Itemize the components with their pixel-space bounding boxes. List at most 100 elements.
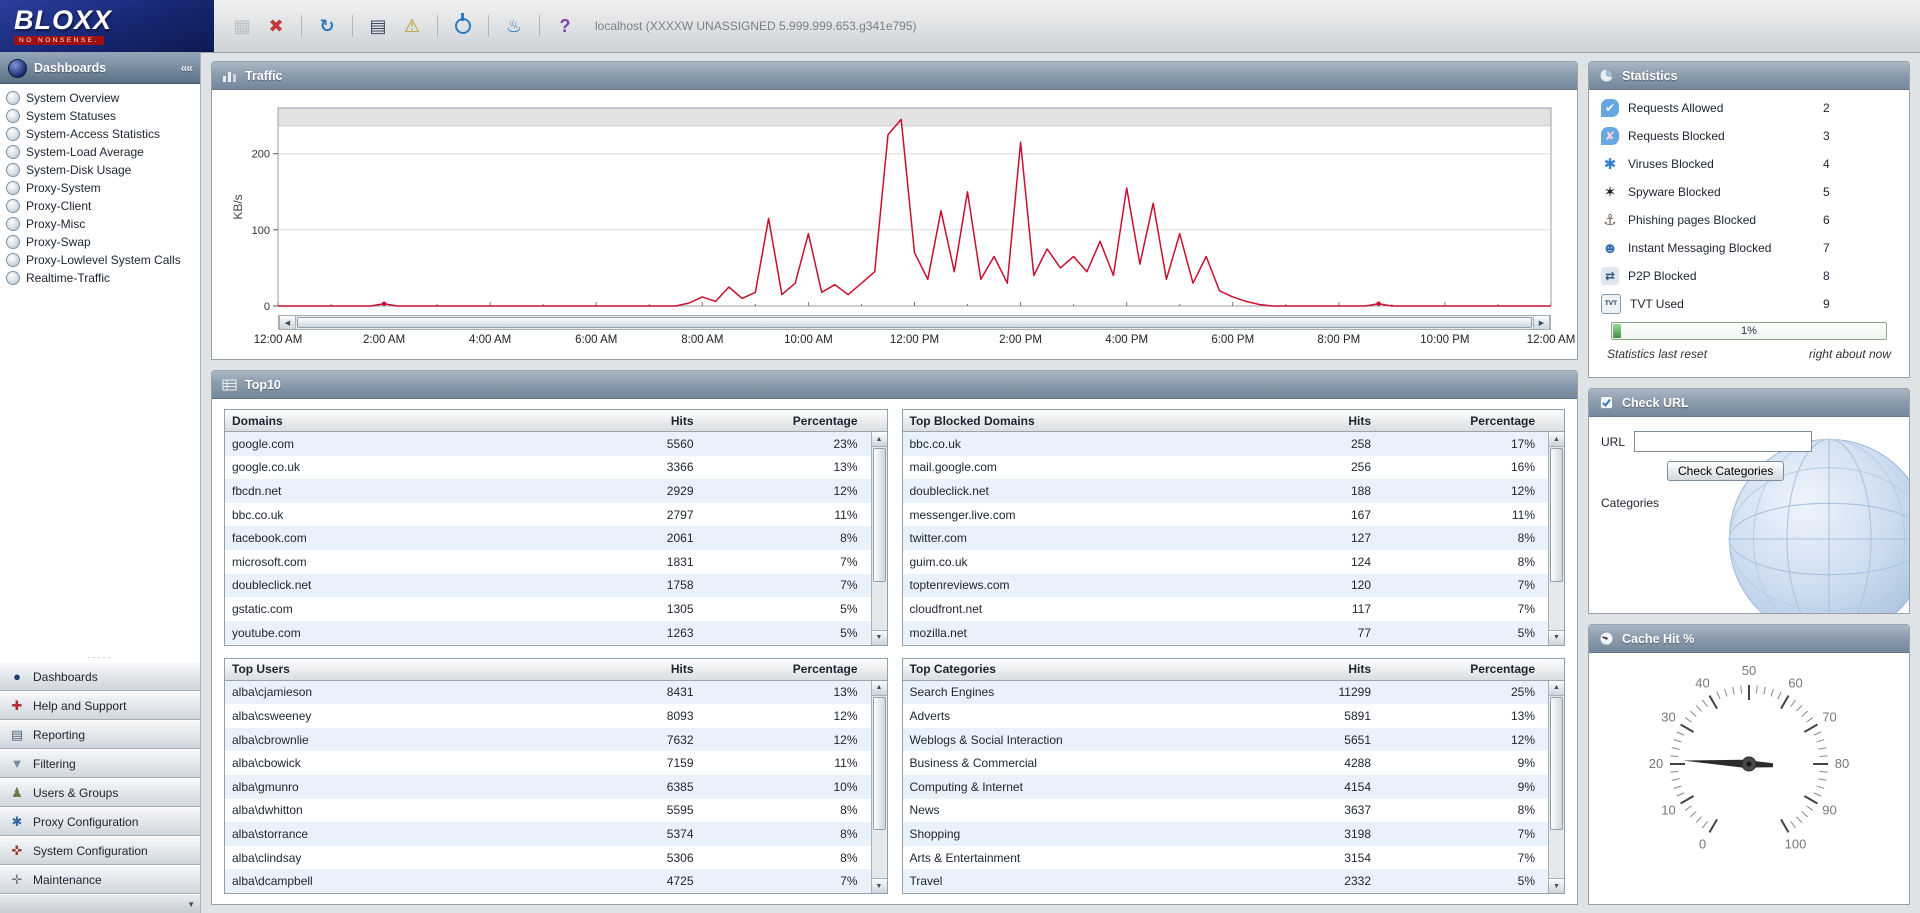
table-vertical-scrollbar[interactable]: ▲ ▼ [870, 432, 887, 645]
chart-horizontal-scrollbar[interactable]: ◀ ▶ [278, 315, 1551, 330]
scroll-down-icon[interactable]: ▼ [871, 629, 887, 645]
percentage-cell: 13% [833, 460, 858, 475]
column-header-name: Top Categories [909, 662, 996, 676]
percentage-cell: 8% [840, 850, 858, 865]
collapse-sidebar-icon[interactable]: «« [181, 61, 193, 75]
refresh-icon[interactable]: ↻ [313, 12, 341, 40]
table-row: microsoft.com 1831 7% [225, 550, 872, 574]
delete-icon[interactable]: ✖ [262, 12, 290, 40]
percentage-cell: 7% [840, 554, 858, 569]
dashboard-dial-icon [6, 109, 20, 123]
percentage-cell: 12% [1510, 732, 1535, 747]
p2p-blocked-icon: ⇄ [1601, 267, 1619, 285]
statistics-row-phishing-pages-blocked: ⚓ Phishing pages Blocked 6 [1597, 206, 1901, 234]
scrollbar-thumb[interactable] [297, 317, 1532, 328]
sidebar-item-label: Proxy-System [26, 181, 101, 195]
scroll-up-icon[interactable]: ▲ [1549, 432, 1564, 447]
x-axis-label: 2:00 PM [999, 334, 1042, 346]
filtering-icon: ▼ [10, 756, 24, 771]
accordion-item-maintenance[interactable]: ✛ Maintenance [0, 865, 200, 894]
statistics-row-requests-blocked: ✘ Requests Blocked 3 [1597, 122, 1901, 150]
accordion-item-proxy-configuration[interactable]: ✱ Proxy Configuration [0, 807, 200, 836]
table-row: doubleclick.net 1758 7% [225, 573, 872, 598]
scrollbar-thumb[interactable] [872, 696, 886, 831]
scroll-down-icon[interactable]: ▼ [1549, 629, 1564, 645]
accordion-item-users-groups[interactable]: ♟ Users & Groups [0, 778, 200, 807]
svg-text:50: 50 [1742, 663, 1756, 678]
scrollbar-thumb[interactable] [872, 448, 886, 582]
accordion-item-filtering[interactable]: ▼ Filtering [0, 749, 200, 778]
accordion-item-system-configuration[interactable]: ✜ System Configuration [0, 836, 200, 865]
percentage-cell: 8% [840, 826, 858, 841]
hits-cell: 4288 [1344, 756, 1371, 771]
sidebar-item-proxy-lowlevel-system-calls[interactable]: Proxy-Lowlevel System Calls [0, 251, 200, 269]
alert-icon[interactable]: ⚠ [398, 12, 426, 40]
scroll-up-icon[interactable]: ▲ [871, 680, 887, 696]
table-row: toptenreviews.com 120 7% [902, 573, 1549, 598]
sidebar-item-proxy-swap[interactable]: Proxy-Swap [0, 233, 200, 251]
statistic-value: 6 [1823, 213, 1830, 227]
table-row: Shopping 3198 7% [902, 822, 1549, 846]
accordion-item-label: Help and Support [33, 698, 127, 713]
row-label-cell: twitter.com [909, 531, 967, 546]
accordion-item-label: Proxy Configuration [33, 814, 139, 829]
report-icon[interactable]: ▤ [364, 12, 392, 40]
percentage-cell: 17% [1510, 436, 1535, 451]
row-label-cell: alba\cbowick [232, 756, 301, 771]
scroll-down-icon[interactable]: ▼ [1549, 878, 1564, 893]
sidebar-bottom-strip: ▼ [0, 894, 200, 913]
sidebar-item-system-statuses[interactable]: System Statuses [0, 107, 200, 125]
sidebar-item-system-disk-usage[interactable]: System-Disk Usage [0, 161, 200, 179]
accordion-item-reporting[interactable]: ▤ Reporting [0, 720, 200, 749]
row-label-cell: cloudfront.net [909, 602, 983, 617]
x-axis-label: 4:00 PM [1105, 334, 1149, 346]
top10-panel-header: Top10 [212, 371, 1577, 399]
sidebar-item-realtime-traffic[interactable]: Realtime-Traffic [0, 269, 200, 287]
hits-cell: 4725 [666, 874, 694, 889]
help-icon[interactable]: ? [551, 12, 579, 40]
scroll-left-button[interactable]: ◀ [279, 316, 296, 329]
hits-cell: 256 [1350, 460, 1371, 475]
scroll-up-icon[interactable]: ▲ [871, 432, 887, 447]
scrollbar-track[interactable] [296, 316, 1533, 329]
accordion-item-help-and-support[interactable]: ✚ Help and Support [0, 691, 200, 720]
magic-lamp-icon[interactable]: ♨ [500, 12, 528, 40]
sidebar-item-system-overview[interactable]: System Overview [0, 89, 200, 107]
im-blocked-icon: ☻ [1602, 239, 1618, 257]
scrollbar-thumb[interactable] [1550, 696, 1563, 831]
scroll-up-icon[interactable]: ▲ [1549, 680, 1564, 696]
statistic-label: Instant Messaging Blocked [1628, 241, 1772, 255]
gauge-icon [1599, 631, 1614, 646]
top10-panel-title: Top10 [245, 377, 281, 392]
sidebar-header-dashboards[interactable]: Dashboards «« [0, 53, 200, 84]
sidebar-resize-handle[interactable]: ····· [0, 652, 200, 662]
time-axis-labels: 12:00 AM 2:00 AM 4:00 AM 6:00 AM 8:00 AM 10:0… [254, 334, 1576, 351]
row-label-cell: bbc.co.uk [909, 436, 961, 451]
scroll-right-button[interactable]: ▶ [1533, 316, 1550, 329]
statistic-value: 5 [1823, 185, 1830, 199]
percentage-cell: 12% [1510, 484, 1535, 499]
top10-table-top-users: Top Users Hits Percentage alba\cjamieson 843… [224, 657, 888, 894]
sidebar-item-proxy-system[interactable]: Proxy-System [0, 179, 200, 197]
hits-cell: 258 [1350, 436, 1371, 451]
row-label-cell: gstatic.com [232, 602, 293, 617]
sidebar-item-system-access-statistics[interactable]: System-Access Statistics [0, 125, 200, 143]
table-row: bbc.co.uk 2797 11% [225, 503, 872, 527]
scroll-down-icon[interactable]: ▼ [871, 878, 887, 893]
url-input[interactable] [1634, 431, 1813, 452]
sidebar-item-proxy-misc[interactable]: Proxy-Misc [0, 215, 200, 233]
scrollbar-thumb[interactable] [1550, 448, 1563, 582]
table-vertical-scrollbar[interactable]: ▲ ▼ [1548, 432, 1564, 645]
statistics-body: ✔ Requests Allowed 2 ✘ Requests Blocked 3 ✱ Vir… [1589, 90, 1909, 377]
chevron-down-icon[interactable]: ▼ [187, 900, 195, 909]
row-label-cell: alba\dwhitton [232, 803, 303, 818]
check-categories-button[interactable]: Check Categories [1667, 461, 1785, 481]
accordion-item-dashboards[interactable]: ● Dashboards [0, 662, 200, 691]
hits-cell: 4154 [1344, 779, 1371, 794]
hits-cell: 5560 [666, 436, 694, 451]
sidebar-item-proxy-client[interactable]: Proxy-Client [0, 197, 200, 215]
table-vertical-scrollbar[interactable]: ▲ ▼ [1548, 680, 1564, 893]
power-icon[interactable] [449, 12, 477, 40]
table-vertical-scrollbar[interactable]: ▲ ▼ [870, 680, 887, 893]
sidebar-item-system-load-average[interactable]: System-Load Average [0, 143, 200, 161]
